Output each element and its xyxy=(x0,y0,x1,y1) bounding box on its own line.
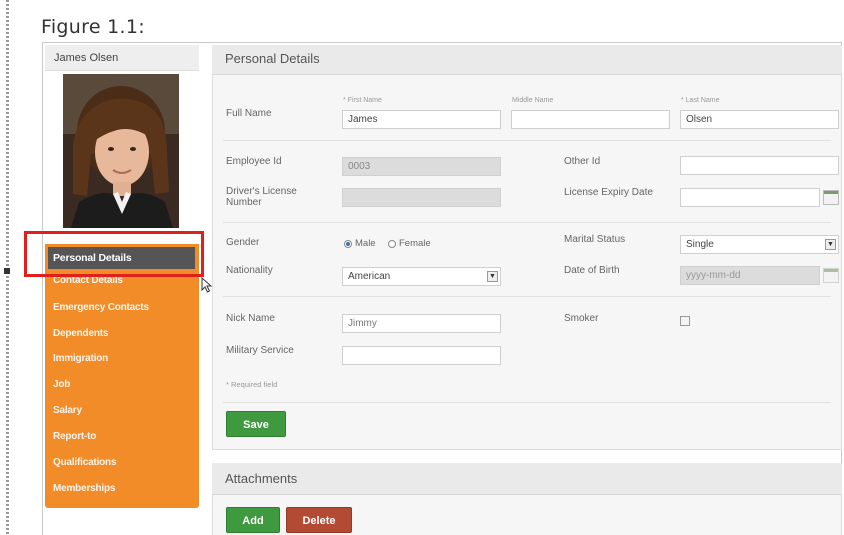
sidebar-item-emergency-contacts[interactable]: Emergency Contacts xyxy=(53,302,193,313)
sidebar-item-report-to[interactable]: Report-to xyxy=(53,431,193,442)
marital-status-value: Single xyxy=(686,239,714,250)
first-name-input[interactable]: James xyxy=(342,110,501,129)
drivers-license-input[interactable] xyxy=(342,188,501,207)
military-service-label: Military Service xyxy=(226,345,294,356)
figure-title: Figure 1.1: xyxy=(41,16,145,38)
middle-name-input[interactable] xyxy=(511,110,670,129)
first-name-hint: * First Name xyxy=(343,97,382,104)
sidebar-item-job[interactable]: Job xyxy=(53,379,193,390)
chevron-down-icon: ▼ xyxy=(487,271,498,282)
smoker-checkbox[interactable] xyxy=(680,316,690,326)
rule-marker xyxy=(4,268,10,274)
sidebar-item-salary[interactable]: Salary xyxy=(53,405,193,416)
add-attachment-button[interactable]: Add xyxy=(226,507,280,533)
save-button[interactable]: Save xyxy=(226,411,286,437)
sidebar-item-immigration[interactable]: Immigration xyxy=(53,353,193,364)
gender-label: Gender xyxy=(226,237,260,248)
marital-status-select[interactable]: Single ▼ xyxy=(680,235,839,254)
required-field-note: * Required field xyxy=(226,380,278,389)
delete-attachment-button[interactable]: Delete xyxy=(286,507,352,533)
license-expiry-input[interactable] xyxy=(680,188,820,207)
dob-input[interactable]: yyyy-mm-dd xyxy=(680,266,820,285)
full-name-label: Full Name xyxy=(226,108,272,119)
middle-name-hint: Middle Name xyxy=(512,97,554,104)
nick-name-label: Nick Name xyxy=(226,313,275,324)
other-id-label: Other Id xyxy=(564,156,601,167)
profile-photo[interactable] xyxy=(63,74,179,228)
chevron-down-icon: ▼ xyxy=(825,239,836,250)
sidebar-item-dependents[interactable]: Dependents xyxy=(53,328,193,339)
section-divider xyxy=(223,222,831,223)
sidebar-item-qualifications[interactable]: Qualifications xyxy=(53,457,193,468)
other-id-input[interactable] xyxy=(680,156,839,175)
marital-status-label: Marital Status xyxy=(564,234,626,245)
calendar-icon[interactable] xyxy=(823,268,839,283)
military-service-input[interactable] xyxy=(342,346,501,365)
dob-label: Date of Birth xyxy=(564,265,620,276)
profile-photo-image xyxy=(63,74,179,228)
smoker-label: Smoker xyxy=(564,313,599,324)
attachments-header: Attachments xyxy=(212,463,842,495)
nick-name-input[interactable]: Jimmy xyxy=(342,314,501,333)
sidebar-item-memberships[interactable]: Memberships xyxy=(53,483,193,494)
gender-female-label: Female xyxy=(399,238,431,249)
profile-name: James Olsen xyxy=(45,45,199,71)
section-divider xyxy=(223,140,831,141)
nationality-value: American xyxy=(348,271,391,282)
nationality-label: Nationality xyxy=(226,265,273,276)
nationality-select[interactable]: American ▼ xyxy=(342,267,501,286)
license-expiry-label: License Expiry Date xyxy=(564,187,653,198)
gender-male-radio[interactable] xyxy=(344,240,352,248)
employee-id-input[interactable]: 0003 xyxy=(342,157,501,176)
sidebar-menu: Personal Details Contact Details Emergen… xyxy=(45,244,199,508)
section-divider xyxy=(223,296,831,297)
calendar-icon[interactable] xyxy=(823,190,839,205)
highlight-annotation xyxy=(24,231,204,277)
last-name-input[interactable]: Olsen xyxy=(680,110,839,129)
last-name-hint: * Last Name xyxy=(681,97,720,104)
gender-female-radio[interactable] xyxy=(388,240,396,248)
personal-details-header: Personal Details xyxy=(212,45,842,75)
section-divider xyxy=(223,402,831,403)
drivers-license-label: Driver's License Number xyxy=(226,186,297,208)
employee-id-label: Employee Id xyxy=(226,156,282,167)
gender-male-label: Male xyxy=(355,238,376,249)
